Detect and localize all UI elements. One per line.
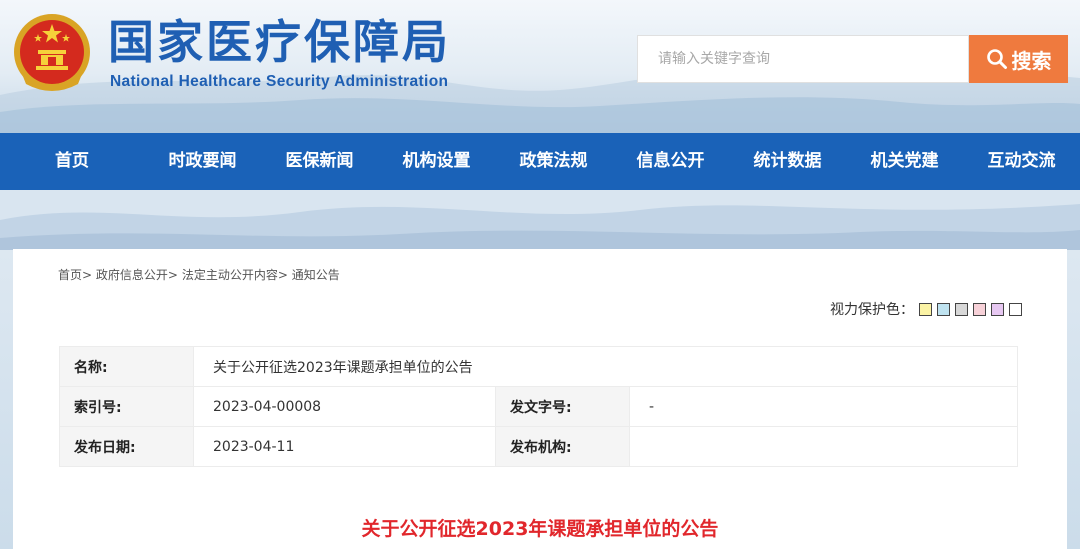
table-row: 名称: 关于公开征选2023年课题承担单位的公告 [59,346,1018,387]
swatch-gray[interactable] [955,302,968,316]
eye-care-color-picker: 视力保护色： [830,299,1022,319]
name-value: 关于公开征选2023年课题承担单位的公告 [193,346,1018,387]
table-row: 发布日期: 2023-04-11 发布机构: [59,426,1018,467]
index-label: 索引号: [59,386,194,427]
nav-item-statistics[interactable]: 统计数据 [729,133,846,190]
breadcrumb-notices[interactable]: 通知公告 [292,268,340,282]
eye-care-label: 视力保护色： [830,302,914,318]
search-icon [986,49,1007,69]
main-nav: 首页 时政要闻 医保新闻 机构设置 政策法规 信息公开 统计数据 机关党建 互动… [0,133,1080,190]
swatch-yellow[interactable] [919,302,932,316]
nav-item-news[interactable]: 时政要闻 [144,133,261,190]
org-value [629,426,1018,467]
table-row: 索引号: 2023-04-00008 发文字号: - [59,386,1018,427]
site-title-cn: 国家医疗保障局 [108,15,451,69]
document-info-table: 名称: 关于公开征选2023年课题承担单位的公告 索引号: 2023-04-00… [59,346,1018,467]
date-label: 发布日期: [59,426,194,467]
nav-item-policies[interactable]: 政策法规 [495,133,612,190]
search-button[interactable]: 搜索 [969,35,1068,83]
index-value: 2023-04-00008 [193,386,496,427]
breadcrumb-statutory[interactable]: 法定主动公开内容 [182,268,278,282]
doc-number-value: - [629,386,1018,427]
site-title-en: National Healthcare Security Administrat… [110,73,449,90]
document-title: 关于公开征选2023年课题承担单位的公告 [361,518,719,540]
name-label: 名称: [59,346,194,387]
swatch-pink[interactable] [973,302,986,316]
nav-item-healthcare-news[interactable]: 医保新闻 [261,133,378,190]
breadcrumb-separator: > [82,268,93,282]
national-emblem-icon [14,14,90,91]
org-label: 发布机构: [495,426,630,467]
breadcrumb: 首页> 政府信息公开> 法定主动公开内容> 通知公告 [58,266,340,283]
search-input[interactable] [637,35,969,83]
swatch-white[interactable] [1009,302,1022,316]
nav-item-party[interactable]: 机关党建 [846,133,963,190]
nav-item-interaction[interactable]: 互动交流 [963,133,1080,190]
breadcrumb-separator: > [167,268,178,282]
breadcrumb-home[interactable]: 首页 [58,268,82,282]
search-button-label: 搜索 [1011,48,1052,73]
swatch-blue[interactable] [937,302,950,316]
swatch-purple[interactable] [991,302,1004,316]
content-panel: 首页> 政府信息公开> 法定主动公开内容> 通知公告 视力保护色： 名称: 关于… [13,249,1067,549]
nav-item-organization[interactable]: 机构设置 [378,133,495,190]
banner-mountains [0,190,1080,250]
breadcrumb-separator: > [277,268,288,282]
nav-item-info-disclosure[interactable]: 信息公开 [612,133,729,190]
site-header: 国家医疗保障局 National Healthcare Security Adm… [0,0,1080,133]
date-value: 2023-04-11 [193,426,496,467]
doc-number-label: 发文字号: [495,386,630,427]
banner-background [0,190,1080,250]
nav-item-home[interactable]: 首页 [0,133,144,190]
breadcrumb-gov-info[interactable]: 政府信息公开 [96,268,168,282]
